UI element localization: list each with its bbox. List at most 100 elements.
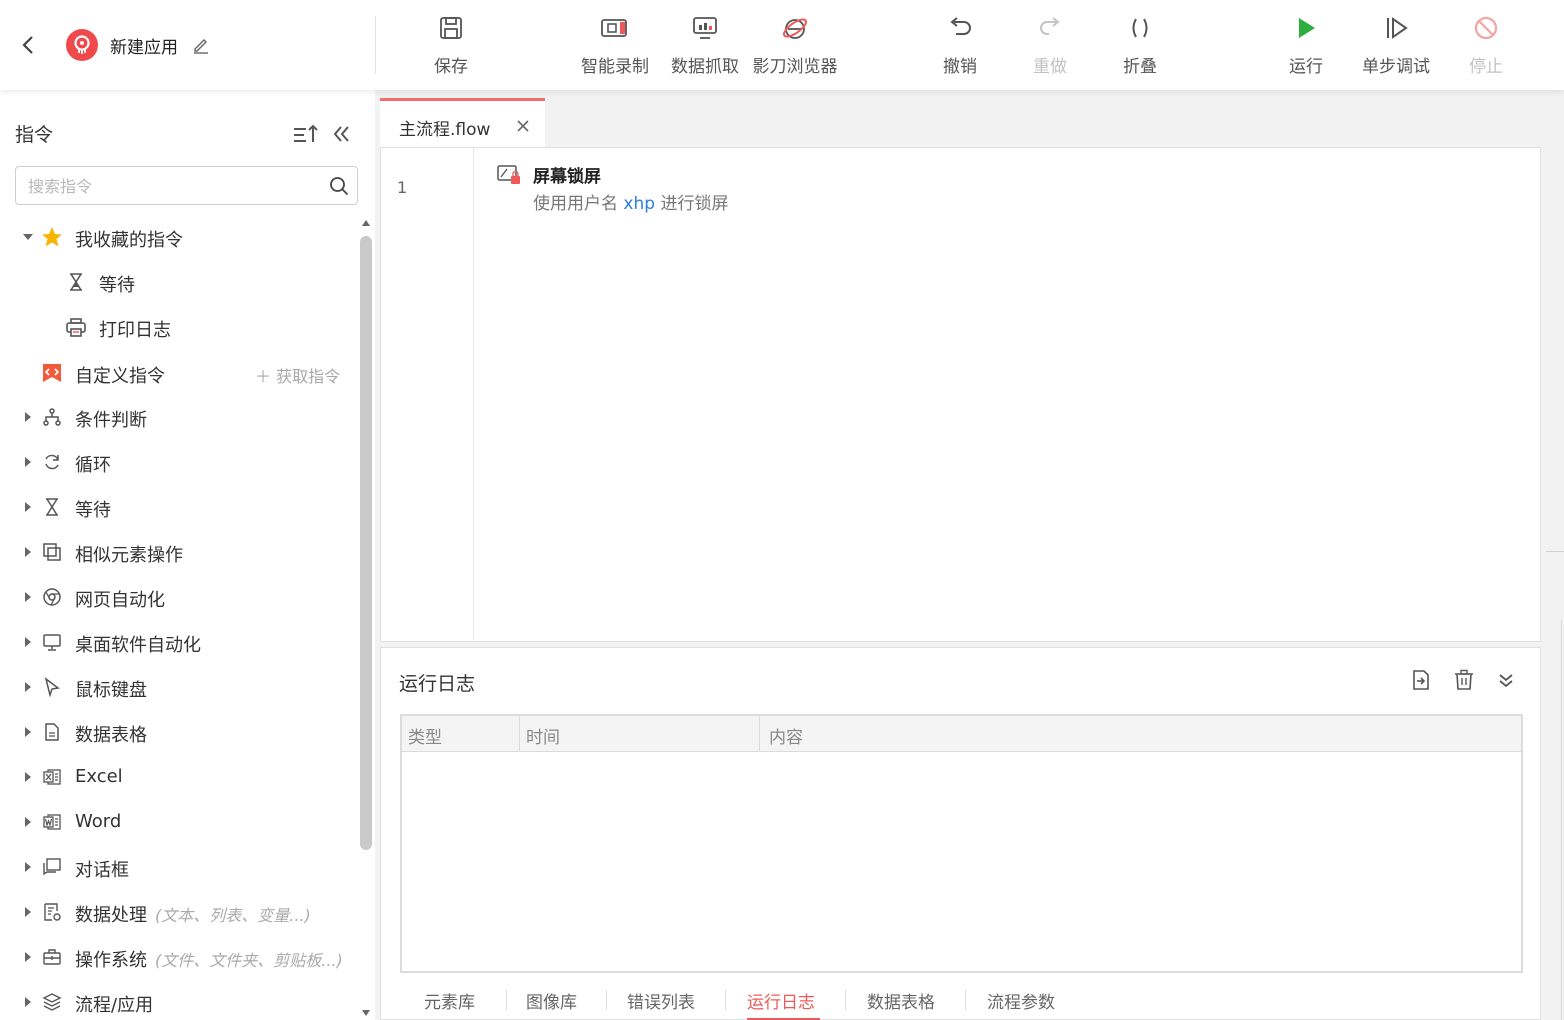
run-log-panel: 运行日志 类型 时间 内容 元素库 图像库 错误列表 运行日志 数据表格 流程参… <box>380 647 1541 1020</box>
tree-item-category[interactable]: 条件判断 <box>0 399 356 435</box>
caret-right-icon[interactable] <box>22 636 34 648</box>
close-icon[interactable] <box>515 118 531 134</box>
save-button[interactable]: 保存 <box>406 12 496 80</box>
category-label: 操作系统 (文件、文件夹、剪贴板...) <box>75 946 343 972</box>
stop-button[interactable]: 停止 <box>1441 12 1531 80</box>
run-button[interactable]: 运行 <box>1261 12 1351 80</box>
caret-right-icon[interactable] <box>22 996 34 1008</box>
step-debug-button[interactable]: 单步调试 <box>1351 12 1441 80</box>
category-label: 鼠标键盘 <box>75 676 147 702</box>
column-header-time[interactable]: 时间 <box>520 716 760 752</box>
bottom-tabbar: 元素库 图像库 错误列表 运行日志 数据表格 流程参数 <box>401 984 1521 1020</box>
scroll-thumb[interactable] <box>360 236 372 850</box>
tree-item-category[interactable]: 操作系统 (文件、文件夹、剪贴板...) <box>0 939 356 975</box>
category-label: 数据处理 (文本、列表、变量...) <box>75 901 311 927</box>
browser-icon <box>782 18 808 39</box>
layers-icon <box>40 990 64 1014</box>
smart-record-label: 智能录制 <box>581 57 649 77</box>
double-chevron-left-icon <box>333 126 349 142</box>
fold-button[interactable]: 折叠 <box>1095 12 1185 80</box>
category-hint: (文本、列表、变量...) <box>155 906 311 925</box>
custom-command-icon <box>40 361 64 385</box>
tree-item-category[interactable]: 桌面软件自动化 <box>0 624 356 660</box>
tree-item-custom-commands[interactable]: 自定义指令 ＋ 获取指令 <box>0 355 356 391</box>
command-tree: 我收藏的指令 等待 打印日志 自定义指令 ＋ 获取指令 条件判断 循环 等待 相似元素… <box>0 215 356 1020</box>
command-panel: 指令 我收藏的指令 <box>0 90 375 1020</box>
tree-item-fav-wait[interactable]: 等待 <box>0 264 356 300</box>
monitor-icon <box>40 630 64 654</box>
back-button[interactable] <box>14 30 42 60</box>
caret-right-icon[interactable] <box>22 726 34 738</box>
undo-button[interactable]: 撤销 <box>915 12 1005 80</box>
fold-label: 折叠 <box>1123 57 1157 77</box>
category-label: 网页自动化 <box>75 586 165 612</box>
redo-button[interactable]: 重做 <box>1005 12 1095 80</box>
app-logo-icon <box>66 29 98 61</box>
sort-icon <box>294 124 318 142</box>
category-label: 相似元素操作 <box>75 541 183 567</box>
collapse-log-button[interactable] <box>1495 670 1517 692</box>
tab-image-library[interactable]: 图像库 <box>526 988 577 1013</box>
tab-element-library[interactable]: 元素库 <box>424 988 475 1013</box>
tab-separator <box>725 990 726 1010</box>
tree-item-category[interactable]: Excel <box>0 759 356 795</box>
caret-right-icon[interactable] <box>22 951 34 963</box>
caret-right-icon[interactable] <box>22 501 34 513</box>
splitter-mark <box>1546 551 1564 552</box>
caret-right-icon[interactable] <box>22 906 34 918</box>
scroll-up-arrow[interactable] <box>362 220 370 226</box>
tree-item-category[interactable]: 相似元素操作 <box>0 534 356 570</box>
star-icon <box>40 225 64 249</box>
tree-item-category[interactable]: 鼠标键盘 <box>0 669 356 705</box>
fav-wait-label: 等待 <box>99 275 135 296</box>
browser-button[interactable]: 影刀浏览器 <box>750 12 840 80</box>
caret-right-icon[interactable] <box>22 411 34 423</box>
log-table-header: 类型 时间 内容 <box>402 716 1521 752</box>
undo-icon <box>950 17 971 35</box>
search-input[interactable] <box>28 174 318 198</box>
tree-item-category[interactable]: 循环 <box>0 444 356 480</box>
clear-log-button[interactable] <box>1452 668 1476 692</box>
caret-right-icon[interactable] <box>22 771 34 783</box>
category-label: 条件判断 <box>75 406 147 432</box>
sidebar-scrollbar[interactable] <box>359 216 373 1020</box>
data-scrape-button[interactable]: 数据抓取 <box>660 12 750 80</box>
category-name: 鼠标键盘 <box>75 680 147 701</box>
tab-run-log[interactable]: 运行日志 <box>747 988 815 1013</box>
tree-item-category[interactable]: Word <box>0 804 356 840</box>
collapse-panel-button[interactable] <box>330 122 354 146</box>
sort-button[interactable] <box>292 122 320 146</box>
tree-item-category[interactable]: 数据处理 (文本、列表、变量...) <box>0 894 356 930</box>
category-name: 对话框 <box>75 860 129 881</box>
editor-tabbar: 主流程.flow <box>380 98 1540 148</box>
caret-right-icon[interactable] <box>22 816 34 828</box>
browser-label: 影刀浏览器 <box>752 57 838 77</box>
category-name: 等待 <box>75 500 111 521</box>
tab-data-table[interactable]: 数据表格 <box>867 988 935 1013</box>
category-label: 桌面软件自动化 <box>75 631 201 657</box>
tree-item-category[interactable]: 流程/应用 <box>0 984 356 1020</box>
tab-flow-params[interactable]: 流程参数 <box>987 988 1055 1013</box>
column-header-content[interactable]: 内容 <box>760 716 1521 752</box>
tree-item-category[interactable]: 等待 <box>0 489 356 525</box>
flow-step-lock-screen[interactable]: 屏幕锁屏 使用用户名 xhp 进行锁屏 <box>497 162 897 214</box>
tree-item-favorites[interactable]: 我收藏的指令 <box>0 219 356 255</box>
caret-right-icon[interactable] <box>22 456 34 468</box>
tree-item-category[interactable]: 对话框 <box>0 849 356 885</box>
tree-item-category[interactable]: 网页自动化 <box>0 579 356 615</box>
caret-right-icon[interactable] <box>22 591 34 603</box>
caret-right-icon[interactable] <box>22 861 34 873</box>
tree-item-category[interactable]: 数据表格 <box>0 714 356 750</box>
tree-item-fav-print-log[interactable]: 打印日志 <box>0 309 356 345</box>
search-icon[interactable] <box>329 176 349 196</box>
column-header-type[interactable]: 类型 <box>402 716 520 752</box>
caret-right-icon[interactable] <box>22 546 34 558</box>
scroll-down-arrow[interactable] <box>362 1010 370 1016</box>
tab-main-flow[interactable]: 主流程.flow <box>380 98 545 148</box>
caret-right-icon[interactable] <box>22 681 34 693</box>
export-log-button[interactable] <box>1409 668 1433 692</box>
tab-error-list[interactable]: 错误列表 <box>627 988 695 1013</box>
edit-name-button[interactable] <box>192 36 210 54</box>
get-commands-link[interactable]: ＋ 获取指令 <box>255 363 340 387</box>
smart-record-button[interactable]: 智能录制 <box>570 12 660 80</box>
